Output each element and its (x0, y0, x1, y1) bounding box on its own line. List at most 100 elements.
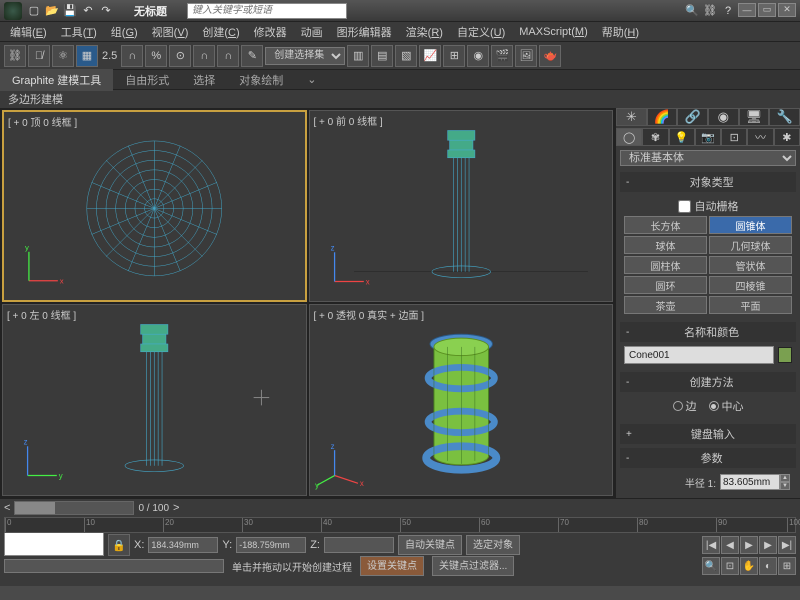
obj-geosphere[interactable]: 几何球体 (709, 236, 792, 254)
menu-animation[interactable]: 动画 (295, 22, 329, 42)
helpers-subtab-icon[interactable]: ⊡ (721, 128, 747, 146)
unlink-icon[interactable]: ⛓̸ (28, 45, 50, 67)
play-end-icon[interactable]: ▶| (778, 536, 796, 554)
selected-button[interactable]: 选定对象 (466, 535, 520, 555)
obj-cylinder[interactable]: 圆柱体 (624, 256, 707, 274)
systems-subtab-icon[interactable]: ✱ (774, 128, 800, 146)
obj-cone[interactable]: 圆锥体 (709, 216, 792, 234)
maximize-button[interactable]: ▭ (758, 3, 776, 17)
x-input[interactable] (148, 537, 218, 553)
motion-tab-icon[interactable]: ◉ (708, 108, 739, 126)
menu-create[interactable]: 创建(C) (196, 22, 245, 42)
ribbon-tab-paint[interactable]: 对象绘制 (227, 69, 295, 91)
radius1-up[interactable]: ▲ (780, 474, 790, 482)
prompt-input[interactable] (4, 559, 224, 573)
menu-maxscript[interactable]: MAXScript(M) (513, 24, 593, 40)
viewport-top[interactable]: [ + 0 顶 0 线框 ] xy (2, 110, 307, 302)
ribbon-tab-select[interactable]: 选择 (181, 69, 227, 91)
rollout-keyboard[interactable]: +键盘输入 (620, 424, 796, 444)
zoom-icon[interactable]: 🔍 (702, 557, 720, 575)
time-slider-thumb[interactable] (15, 502, 55, 514)
viewport-left[interactable]: [ + 0 左 0 线框 ] yz (2, 304, 307, 496)
menu-render[interactable]: 渲染(R) (400, 22, 449, 42)
rollout-creation[interactable]: -创建方法 (620, 372, 796, 392)
bind-icon[interactable]: ⚛ (52, 45, 74, 67)
edit-named-icon[interactable]: ✎ (241, 45, 263, 67)
align-icon[interactable]: ▤ (371, 45, 393, 67)
app-icon[interactable] (4, 2, 22, 20)
snap-percent-icon[interactable]: % (145, 45, 167, 67)
radius1-down[interactable]: ▼ (780, 482, 790, 490)
maxview-icon[interactable]: ⊞ (778, 557, 796, 575)
object-name-input[interactable] (624, 346, 774, 364)
lights-subtab-icon[interactable]: 💡 (669, 128, 695, 146)
binoculars-icon[interactable]: 🔍 (684, 3, 700, 19)
play-prev-icon[interactable]: ◀ (721, 536, 739, 554)
play-icon[interactable]: ▶ (740, 536, 758, 554)
play-start-icon[interactable]: |◀ (702, 536, 720, 554)
setkey-button[interactable]: 设置关键点 (360, 556, 424, 576)
minimize-button[interactable]: — (738, 3, 756, 17)
selection-set-dropdown[interactable]: 创建选择集 (265, 47, 345, 65)
menu-grapheditor[interactable]: 图形编辑器 (331, 22, 398, 42)
viewport-front[interactable]: [ + 0 前 0 线框 ] xz (309, 110, 614, 302)
obj-pyramid[interactable]: 四棱锥 (709, 276, 792, 294)
close-button[interactable]: ✕ (778, 3, 796, 17)
menu-group[interactable]: 组(G) (105, 22, 144, 42)
search-input[interactable] (187, 3, 347, 19)
obj-plane[interactable]: 平面 (709, 296, 792, 314)
create-tab-icon[interactable]: ✳ (616, 108, 647, 126)
select-tool[interactable]: ▦ (76, 45, 98, 67)
curve-editor-icon[interactable]: 📈 (419, 45, 441, 67)
ribbon-tab-freeform[interactable]: 自由形式 (113, 69, 181, 91)
time-ruler[interactable]: 01020 304050 607080 90100 (4, 517, 796, 533)
render-icon[interactable]: 🫖 (539, 45, 561, 67)
open-icon[interactable]: 📂 (44, 3, 60, 19)
cameras-subtab-icon[interactable]: 📷 (695, 128, 721, 146)
shapes-subtab-icon[interactable]: ✾ (642, 128, 668, 146)
obj-torus[interactable]: 圆环 (624, 276, 707, 294)
redo-icon[interactable]: ↷ (98, 3, 114, 19)
utilities-tab-icon[interactable]: 🔧 (769, 108, 800, 126)
snap-toggle-icon[interactable]: ⊙ (169, 45, 191, 67)
rollout-object-type[interactable]: -对象类型 (620, 172, 796, 192)
play-next-icon[interactable]: ▶ (759, 536, 777, 554)
new-icon[interactable]: ▢ (26, 3, 42, 19)
select-link-icon[interactable]: ⛓ (4, 45, 26, 67)
autokey-button[interactable]: 自动关键点 (398, 535, 462, 555)
menu-modifiers[interactable]: 修改器 (248, 22, 293, 42)
hierarchy-tab-icon[interactable]: 🔗 (677, 108, 708, 126)
rollout-name-color[interactable]: -名称和颜色 (620, 322, 796, 342)
link-icon[interactable]: ⛓ (702, 3, 718, 19)
snap-2-icon[interactable]: ∩ (193, 45, 215, 67)
pan-icon[interactable]: ✋ (740, 557, 758, 575)
render-frame-icon[interactable]: 🖼 (515, 45, 537, 67)
modify-tab-icon[interactable]: 🌈 (647, 108, 678, 126)
keyfilter-button[interactable]: 关键点过滤器... (432, 556, 514, 576)
spacewarps-subtab-icon[interactable]: 〰 (747, 128, 773, 146)
menu-view[interactable]: 视图(V) (146, 22, 195, 42)
layer-icon[interactable]: ▧ (395, 45, 417, 67)
autogrid-checkbox[interactable] (678, 200, 691, 213)
radius1-input[interactable] (720, 474, 780, 490)
obj-teapot[interactable]: 茶壶 (624, 296, 707, 314)
snap-angle-icon[interactable]: ∩ (121, 45, 143, 67)
timeline-prev-icon[interactable]: < (4, 502, 10, 514)
object-color-swatch[interactable] (778, 347, 792, 363)
undo-icon[interactable]: ↶ (80, 3, 96, 19)
geometry-subtab-icon[interactable]: ◯ (616, 128, 642, 146)
rollout-params[interactable]: -参数 (620, 448, 796, 468)
category-dropdown[interactable]: 标准基本体 (620, 150, 796, 166)
menu-edit[interactable]: 编辑(E) (4, 22, 53, 42)
menu-customize[interactable]: 自定义(U) (451, 22, 511, 42)
y-input[interactable] (236, 537, 306, 553)
help-icon[interactable]: ? (720, 3, 736, 19)
obj-box[interactable]: 长方体 (624, 216, 707, 234)
obj-sphere[interactable]: 球体 (624, 236, 707, 254)
zoom-all-icon[interactable]: ⊡ (721, 557, 739, 575)
ribbon-subheader[interactable]: 多边形建模 (0, 90, 800, 108)
material-icon[interactable]: ◉ (467, 45, 489, 67)
menu-help[interactable]: 帮助(H) (596, 22, 645, 42)
lock-icon[interactable]: 🔒 (108, 534, 130, 556)
render-setup-icon[interactable]: 🎬 (491, 45, 513, 67)
